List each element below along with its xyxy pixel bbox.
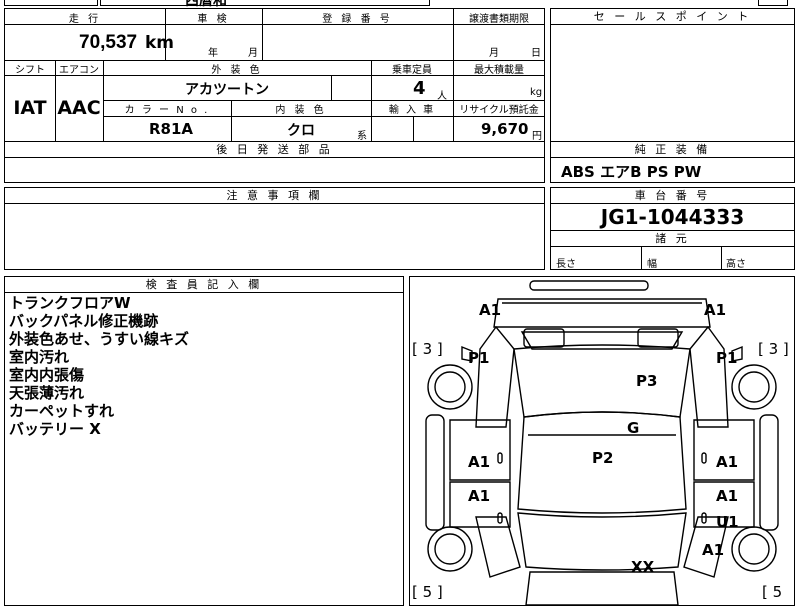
length-label: 長さ bbox=[556, 259, 576, 270]
exterior-color-header: 外 装 色 bbox=[211, 65, 263, 76]
mark-a1-right-1: A1 bbox=[716, 453, 739, 471]
inspector-box: 検 査 員 記 入 欄 トランクフロアW バックパネル修正機跡 外装色あせ、うす… bbox=[4, 276, 404, 606]
mark-p2: P2 bbox=[592, 449, 614, 467]
selling-points-header: セ ー ル ス ポ イ ン ト bbox=[551, 9, 794, 25]
interior-color-value: クロ bbox=[287, 123, 315, 139]
mark-a1-top-left: A1 bbox=[479, 301, 502, 319]
capacity-unit: 人 bbox=[437, 91, 447, 102]
mark-a1-left-2: A1 bbox=[468, 487, 491, 505]
mark-p3: P3 bbox=[636, 372, 658, 390]
color-no-header: カ ラ ー N o . bbox=[124, 105, 210, 116]
mark-tire-right-bottom: [ 5 bbox=[762, 583, 783, 601]
inspector-note: 外装色あせ、うすい線キズ bbox=[9, 330, 190, 348]
inspector-note: 天張薄汚れ bbox=[9, 384, 85, 402]
mark-a1-right-3: A1 bbox=[702, 541, 725, 559]
selling-points-box: セ ー ル ス ポ イ ン ト bbox=[550, 8, 795, 142]
aircon-header: エアコン bbox=[59, 65, 99, 76]
mark-a1-left-1: A1 bbox=[468, 453, 491, 471]
color-no-value: R81A bbox=[149, 120, 194, 138]
mark-tire-left-top: [ 3 ] bbox=[412, 340, 443, 358]
inspector-note: バッテリー X bbox=[9, 420, 101, 438]
interior-color-header: 内 装 色 bbox=[275, 105, 327, 116]
mileage-unit: km bbox=[145, 33, 175, 53]
recycle-value: 9,670 bbox=[481, 120, 529, 138]
equipment-value: ABS エアB PS PW bbox=[561, 163, 702, 181]
dimensions-header: 諸 元 bbox=[551, 231, 794, 247]
later-parts-box: 後 日 発 送 部 品 bbox=[4, 141, 545, 183]
inspector-note: 室内汚れ bbox=[9, 348, 70, 366]
shift-header: シフト bbox=[15, 65, 45, 76]
inspector-header: 検 査 員 記 入 欄 bbox=[5, 277, 403, 293]
aircon-value: AAC bbox=[57, 97, 101, 119]
mark-tire-left-bottom: [ 5 ] bbox=[412, 583, 443, 601]
max-load-header: 最大積載量 bbox=[474, 65, 524, 76]
mark-a1-right-2: A1 bbox=[716, 487, 739, 505]
chassis-header: 車 台 番 号 bbox=[551, 188, 794, 204]
mark-a1-top-right: A1 bbox=[704, 301, 727, 319]
vehicle-info-table: 走 行 車 検 登 録 番 号 譲渡書類期限 70,537 km 年 月 月 日… bbox=[4, 8, 545, 142]
transfer-header: 譲渡書類期限 bbox=[469, 14, 529, 25]
inspector-note: カーペットすれ bbox=[9, 402, 115, 420]
inspection-header: 車 検 bbox=[197, 14, 230, 25]
exterior-color-value: アカツートン bbox=[185, 82, 269, 98]
width-label: 幅 bbox=[647, 259, 657, 270]
notes-header: 注 意 事 項 欄 bbox=[5, 188, 544, 204]
shift-value: IAT bbox=[13, 97, 47, 119]
mark-g: G bbox=[627, 419, 640, 437]
capacity-header: 乗車定員 bbox=[392, 65, 432, 76]
mark-xx: XX bbox=[631, 558, 655, 576]
chassis-value: JG1-1044333 bbox=[600, 205, 745, 229]
mark-p1-right: P1 bbox=[716, 349, 738, 367]
inspector-notes: トランクフロアW バックパネル修正機跡 外装色あせ、うすい線キズ 室内汚れ 室内… bbox=[9, 294, 189, 438]
mileage-value: 70,537 bbox=[79, 32, 138, 53]
max-load-unit: kg bbox=[530, 87, 543, 98]
import-header: 輸 入 車 bbox=[388, 105, 436, 116]
chassis-box: 車 台 番 号 JG1-1044333 諸 元 長さ 幅 高さ bbox=[550, 187, 795, 270]
mark-p1-left: P1 bbox=[468, 349, 490, 367]
equipment-header: 純 正 装 備 bbox=[551, 142, 794, 158]
car-diagram: A1 A1 [ 3 ] [ 3 ] P1 P1 P3 G P2 A1 A1 A1… bbox=[409, 276, 795, 606]
recycle-header: リサイクル預託金 bbox=[459, 105, 539, 116]
capacity-value: 4 bbox=[413, 78, 426, 99]
car-outline-drawing bbox=[425, 280, 779, 605]
interior-color-suffix: 系 bbox=[357, 131, 367, 142]
inspection-year: 年 bbox=[208, 48, 218, 59]
transfer-day: 日 bbox=[531, 48, 541, 59]
recycle-unit: 円 bbox=[532, 131, 542, 142]
inspector-note: トランクフロアW bbox=[9, 294, 131, 312]
notes-box: 注 意 事 項 欄 bbox=[4, 187, 545, 270]
inspection-month: 月 bbox=[248, 48, 258, 59]
mark-tire-right-top: [ 3 ] bbox=[758, 340, 789, 358]
height-label: 高さ bbox=[726, 259, 746, 270]
top-strip: 西暦和 bbox=[0, 0, 800, 9]
transfer-month: 月 bbox=[489, 48, 499, 59]
mileage-header: 走 行 bbox=[68, 14, 102, 25]
registration-header: 登 録 番 号 bbox=[322, 14, 393, 25]
equipment-box: 純 正 装 備 ABS エアB PS PW bbox=[550, 141, 795, 183]
mark-u1: U1 bbox=[716, 513, 739, 531]
inspector-note: バックパネル修正機跡 bbox=[9, 312, 159, 330]
later-parts-header: 後 日 発 送 部 品 bbox=[5, 142, 544, 158]
inspector-note: 室内内張傷 bbox=[9, 366, 85, 384]
